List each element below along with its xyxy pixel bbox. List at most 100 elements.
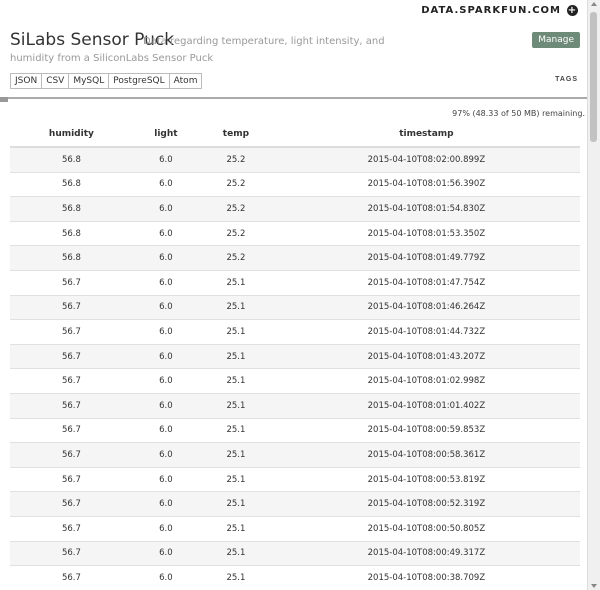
table-row: 56.8 6.0 25.2 2015-04-10T08:01:49.779Z (10, 245, 580, 271)
timestamp-cell: 2015-04-10T08:01:53.350Z (272, 220, 580, 246)
humidity-cell: 56.7 (10, 294, 133, 320)
table-row: 56.8 6.0 25.2 2015-04-10T08:02:00.899Z (10, 146, 580, 173)
light-cell: 6.0 (132, 565, 200, 590)
table-row: 56.8 6.0 25.2 2015-04-10T08:01:54.830Z (10, 196, 580, 222)
export-postgresql-button[interactable]: PostgreSQL (108, 73, 170, 89)
table-row: 56.7 6.0 25.1 2015-04-10T08:01:46.264Z (10, 294, 580, 320)
temp-cell: 25.1 (199, 368, 273, 394)
storage-remaining: 97% (48.33 of 50 MB) remaining. (452, 109, 585, 118)
light-cell: 6.0 (132, 245, 200, 271)
humidity-cell: 56.7 (10, 540, 133, 566)
column-header-timestamp: timestamp (272, 122, 580, 148)
humidity-cell: 56.7 (10, 343, 133, 369)
table-row: 56.7 6.0 25.1 2015-04-10T08:01:44.732Z (10, 319, 580, 345)
light-cell: 6.0 (132, 392, 200, 419)
humidity-cell: 56.7 (10, 319, 133, 345)
humidity-cell: 56.8 (10, 171, 133, 197)
divider-accent (0, 97, 8, 102)
export-mysql-button[interactable]: MySQL (68, 73, 110, 89)
table-header-row: humidity light temp timestamp (10, 122, 580, 148)
timestamp-cell: 2015-04-10T08:01:46.264Z (272, 294, 580, 320)
manage-button[interactable]: Manage (532, 32, 580, 48)
timestamp-cell: 2015-04-10T08:00:58.361Z (272, 442, 580, 468)
timestamp-cell: 2015-04-10T08:00:53.819Z (272, 466, 580, 492)
timestamp-cell: 2015-04-10T08:02:00.899Z (272, 146, 580, 173)
humidity-cell: 56.7 (10, 466, 133, 492)
light-cell: 6.0 (132, 220, 200, 246)
top-bar: DATA.SPARKFUN.COM + (0, 0, 588, 24)
humidity-cell: 56.7 (10, 368, 133, 394)
table-row: 56.7 6.0 25.1 2015-04-10T08:01:01.402Z (10, 392, 580, 419)
humidity-cell: 56.7 (10, 269, 133, 296)
light-cell: 6.0 (132, 417, 200, 443)
timestamp-cell: 2015-04-10T08:01:01.402Z (272, 392, 580, 419)
timestamp-cell: 2015-04-10T08:00:38.709Z (272, 565, 580, 590)
humidity-cell: 56.7 (10, 515, 133, 541)
timestamp-cell: 2015-04-10T08:01:02.998Z (272, 368, 580, 394)
temp-cell: 25.2 (199, 196, 273, 222)
temp-cell: 25.2 (199, 220, 273, 246)
temp-cell: 25.1 (199, 540, 273, 566)
light-cell: 6.0 (132, 368, 200, 394)
scroll-down-arrow-icon[interactable] (591, 584, 597, 588)
light-cell: 6.0 (132, 466, 200, 492)
temp-cell: 25.2 (199, 171, 273, 197)
temp-cell: 25.1 (199, 294, 273, 320)
export-format-group: JSON CSV MySQL PostgreSQL Atom (10, 73, 203, 89)
temp-cell: 25.1 (199, 515, 273, 541)
export-csv-button[interactable]: CSV (41, 73, 70, 89)
table-row: 56.7 6.0 25.1 2015-04-10T08:00:50.805Z (10, 515, 580, 541)
light-cell: 6.0 (132, 171, 200, 197)
data-table: humidity light temp timestamp 56.8 6.0 25.… (10, 122, 580, 590)
site-home-link[interactable]: DATA.SPARKFUN.COM + (421, 5, 578, 16)
timestamp-cell: 2015-04-10T08:00:52.319Z (272, 491, 580, 517)
timestamp-cell: 2015-04-10T08:01:49.779Z (272, 245, 580, 271)
timestamp-cell: 2015-04-10T08:01:43.207Z (272, 343, 580, 369)
export-atom-button[interactable]: Atom (168, 73, 203, 89)
light-cell: 6.0 (132, 515, 200, 541)
light-cell: 6.0 (132, 491, 200, 517)
light-cell: 6.0 (132, 343, 200, 369)
temp-cell: 25.1 (199, 442, 273, 468)
vertical-scrollbar[interactable] (587, 0, 600, 590)
humidity-cell: 56.7 (10, 417, 133, 443)
stream-description-block: Data regarding temperature, light intens… (10, 33, 430, 67)
scroll-up-arrow-icon[interactable] (591, 2, 597, 6)
humidity-cell: 56.7 (10, 442, 133, 468)
humidity-cell: 56.7 (10, 565, 133, 590)
timestamp-cell: 2015-04-10T08:01:47.754Z (272, 269, 580, 296)
timestamp-cell: 2015-04-10T08:01:56.390Z (272, 171, 580, 197)
temp-cell: 25.1 (199, 491, 273, 517)
timestamp-cell: 2015-04-10T08:00:59.853Z (272, 417, 580, 443)
page: DATA.SPARKFUN.COM + SiLabs Sensor Puck D… (0, 0, 588, 590)
humidity-cell: 56.8 (10, 146, 133, 173)
light-cell: 6.0 (132, 319, 200, 345)
humidity-cell: 56.8 (10, 245, 133, 271)
temp-cell: 25.1 (199, 269, 273, 296)
table-row: 56.7 6.0 25.1 2015-04-10T08:00:49.317Z (10, 540, 580, 566)
temp-cell: 25.2 (199, 245, 273, 271)
site-link-label: DATA.SPARKFUN.COM (421, 5, 561, 16)
table-row: 56.8 6.0 25.2 2015-04-10T08:01:56.390Z (10, 171, 580, 197)
table-row: 56.7 6.0 25.1 2015-04-10T08:01:47.754Z (10, 269, 580, 296)
table-row: 56.8 6.0 25.2 2015-04-10T08:01:53.350Z (10, 220, 580, 246)
timestamp-cell: 2015-04-10T08:00:50.805Z (272, 515, 580, 541)
tags-label[interactable]: TAGS (555, 76, 578, 83)
plus-circle-icon[interactable]: + (567, 5, 578, 16)
timestamp-cell: 2015-04-10T08:01:44.732Z (272, 319, 580, 345)
timestamp-cell: 2015-04-10T08:00:49.317Z (272, 540, 580, 566)
table-row: 56.7 6.0 25.1 2015-04-10T08:00:52.319Z (10, 491, 580, 517)
table-body: 56.8 6.0 25.2 2015-04-10T08:02:00.899Z 56.8 6… (10, 146, 580, 590)
humidity-cell: 56.8 (10, 196, 133, 222)
table-row: 56.7 6.0 25.1 2015-04-10T08:00:58.361Z (10, 442, 580, 468)
column-header-temp: temp (199, 122, 273, 148)
temp-cell: 25.2 (199, 146, 273, 173)
export-json-button[interactable]: JSON (10, 73, 43, 89)
header-divider (0, 97, 588, 99)
humidity-cell: 56.8 (10, 220, 133, 246)
light-cell: 6.0 (132, 196, 200, 222)
table-row: 56.7 6.0 25.1 2015-04-10T08:01:02.998Z (10, 368, 580, 394)
scroll-thumb[interactable] (590, 12, 597, 142)
light-cell: 6.0 (132, 540, 200, 566)
light-cell: 6.0 (132, 146, 200, 173)
